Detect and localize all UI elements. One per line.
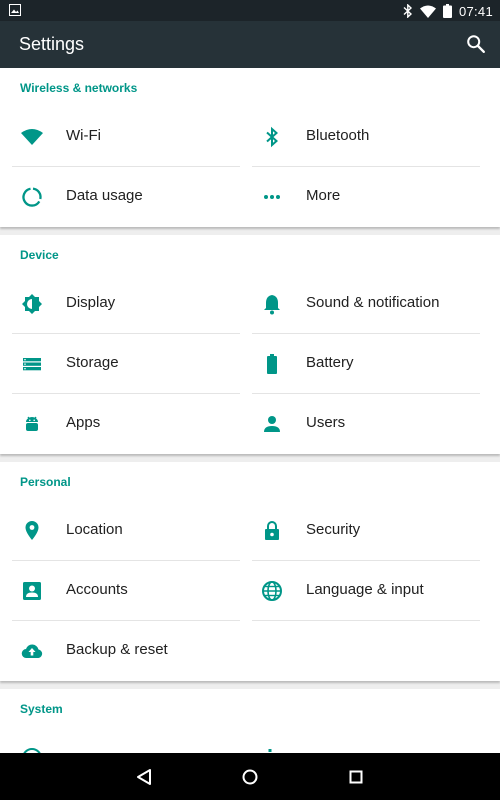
tile-backup-reset[interactable]: Backup & reset: [12, 621, 240, 681]
person-icon: [264, 416, 280, 432]
tile-battery[interactable]: Battery: [252, 334, 480, 394]
image-icon: [9, 4, 21, 16]
tile-display[interactable]: Display: [12, 274, 240, 334]
tile-label: Language & input: [306, 581, 424, 598]
tile-wifi[interactable]: Wi-Fi: [12, 107, 240, 167]
tile-label: Data usage: [66, 187, 143, 204]
tile-label: More: [306, 187, 341, 204]
tile-location[interactable]: Location: [12, 501, 240, 561]
wifi-icon: [21, 129, 43, 145]
tile-label: Sound & notification: [306, 294, 440, 311]
info-icon: [268, 749, 272, 752]
tile-label: Backup & reset: [66, 641, 168, 658]
globe-icon: [262, 581, 282, 601]
tile-apps[interactable]: Apps: [12, 394, 240, 454]
tile-label: Bluetooth: [306, 127, 370, 144]
storage-icon: [23, 358, 41, 371]
tile-label: Accounts: [66, 581, 128, 598]
lock-icon: [265, 521, 279, 540]
clock-icon: [23, 748, 41, 753]
tile-label: Users: [306, 414, 346, 431]
brightness-icon: [22, 294, 42, 314]
tile-label: Location: [66, 521, 123, 538]
data-usage-icon: [22, 187, 42, 207]
battery-icon: [267, 354, 277, 374]
home-icon[interactable]: [238, 765, 262, 789]
android-icon: [26, 416, 38, 431]
section-device: Device Display Sound & notification Stor…: [0, 235, 500, 454]
tile-bluetooth[interactable]: Bluetooth: [252, 107, 480, 167]
bell-icon: [264, 295, 280, 315]
section-system: System: [0, 689, 500, 753]
status-time: 07:41: [458, 3, 493, 19]
battery-icon: [442, 4, 452, 18]
tile-sound-notification[interactable]: Sound & notification: [252, 274, 480, 334]
tile-label: Battery: [306, 354, 354, 371]
navigation-bar: [0, 753, 500, 800]
tile-label: Display: [66, 294, 116, 311]
status-bar: 07:41: [0, 0, 500, 21]
page-title: Settings: [19, 34, 85, 54]
tile-label: Storage: [66, 354, 119, 371]
section-header: System: [20, 702, 63, 716]
location-pin-icon: [25, 521, 39, 540]
back-icon[interactable]: [132, 765, 156, 789]
cloud-upload-icon: [21, 644, 43, 659]
section-header: Wireless & networks: [20, 81, 138, 95]
recents-icon[interactable]: [344, 765, 368, 789]
tile-security[interactable]: Security: [252, 501, 480, 561]
bluetooth-icon: [403, 4, 412, 18]
settings-list[interactable]: Wireless & networks Wi-Fi Bluetooth Data…: [0, 68, 500, 753]
tile-users[interactable]: Users: [252, 394, 480, 454]
account-box-icon: [23, 582, 41, 600]
bluetooth-icon: [266, 126, 279, 148]
search-icon[interactable]: [465, 33, 487, 55]
tile-more[interactable]: More: [252, 167, 480, 227]
tile-label: Apps: [66, 414, 101, 431]
tile-accounts[interactable]: Accounts: [12, 561, 240, 621]
app-bar: Settings: [0, 21, 500, 68]
section-header: Device: [20, 248, 59, 262]
tile-storage[interactable]: Storage: [12, 334, 240, 394]
tile-label: Wi-Fi: [66, 127, 101, 144]
tile-data-usage[interactable]: Data usage: [12, 167, 240, 227]
section-header: Personal: [20, 475, 71, 489]
section-personal: Personal Location Security Accounts Lang…: [0, 462, 500, 681]
tile-language-input[interactable]: Language & input: [252, 561, 480, 621]
more-icon: [264, 195, 280, 199]
wifi-icon: [419, 5, 436, 18]
section-wireless-networks: Wireless & networks Wi-Fi Bluetooth Data…: [0, 68, 500, 227]
tile-label: Security: [306, 521, 361, 538]
